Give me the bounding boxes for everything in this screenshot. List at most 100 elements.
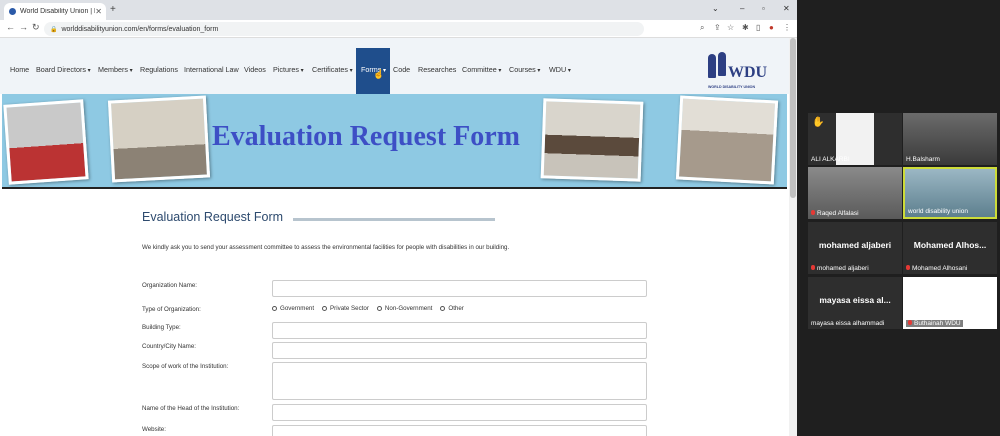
extensions-icon[interactable]: ✱ xyxy=(742,23,749,32)
meeting-panel: ✋ ALI ALKARBI H.Balsharm Raqed Alfalasi … xyxy=(797,0,1000,436)
title-underline xyxy=(293,218,495,221)
participant-display-name: mayasa eissa al... xyxy=(819,295,891,305)
banner-title: Evaluation Request Form xyxy=(212,121,520,152)
radio-circle-icon xyxy=(322,306,328,311)
tab-bar: World Disability Union | Evaluati ✕ + ⌄ … xyxy=(0,0,797,20)
nav-item-code[interactable]: Code xyxy=(393,65,410,74)
hand-cursor-icon: ☝ xyxy=(373,69,385,79)
radio-non-government[interactable]: Non-Government xyxy=(376,305,433,312)
nav-item-pictures[interactable]: Pictures xyxy=(273,65,304,74)
radio-government[interactable]: Government xyxy=(272,305,314,312)
participant-tile[interactable]: Mohamed Alhos... Mohamed Alhosani xyxy=(903,222,997,274)
banner-photo xyxy=(107,95,211,183)
muted-mic-icon xyxy=(811,210,815,215)
web-page: Forms ☝ WDU WORLD DISABILITY UNION HomeB… xyxy=(0,38,789,436)
reload-icon[interactable]: ↻ xyxy=(32,22,40,33)
radio-circle-icon xyxy=(440,306,446,311)
lock-icon: 🔒 xyxy=(50,26,58,33)
participant-name: Mohamed Alhosani xyxy=(912,265,968,272)
logo-text: WDU xyxy=(728,64,768,81)
nav-item-committee[interactable]: Committee xyxy=(462,65,501,74)
nav-item-board-directors[interactable]: Board Directors xyxy=(36,65,91,74)
share-icon[interactable]: ⇪ xyxy=(714,23,721,32)
participant-tile[interactable]: mohamed aljaberi mohamed aljaberi xyxy=(808,222,902,274)
participant-tile[interactable]: H.Balsharm xyxy=(903,113,997,165)
address-bar-row: ← → ↻ 🔒 worlddisabilityunion.com/en/form… xyxy=(0,20,797,38)
radio-circle-icon xyxy=(272,306,277,311)
participant-tile[interactable]: Raqed Alfalasi xyxy=(808,167,902,219)
country-city-input[interactable] xyxy=(272,342,647,359)
label-head-name: Name of the Head of the Institution: xyxy=(142,405,240,412)
tab-title: World Disability Union | Evaluati xyxy=(20,8,95,15)
participant-name: ALI ALKARBI xyxy=(811,156,850,163)
participant-tile[interactable]: ✋ ALI ALKARBI xyxy=(808,113,902,165)
side-panel-icon[interactable]: ▯ xyxy=(756,23,760,32)
minimize-icon[interactable]: – xyxy=(740,4,744,13)
participant-name: Buthainah WDU xyxy=(914,320,961,327)
url-field[interactable]: 🔒 worlddisabilityunion.com/en/forms/eval… xyxy=(44,22,644,36)
new-tab-icon[interactable]: + xyxy=(110,4,116,15)
radio-label: Government xyxy=(280,305,315,312)
nav-item-certificates[interactable]: Certificates xyxy=(312,65,353,74)
participant-display-name: mohamed aljaberi xyxy=(818,240,892,250)
participant-tile[interactable]: mayasa eissa al... mayasa eissa alhammad… xyxy=(808,277,902,329)
participant-name: world disability union xyxy=(908,208,968,215)
banner-photo xyxy=(675,95,779,185)
participant-name-row: Buthainah WDU xyxy=(906,320,963,327)
participant-name: Raqed Alfalasi xyxy=(817,210,859,217)
participant-display-name: Mohamed Alhos... xyxy=(913,240,987,250)
menu-kebab-icon[interactable]: ⋮ xyxy=(783,23,791,32)
label-website: Website: xyxy=(142,426,166,433)
label-country-city: Country/City Name: xyxy=(142,343,196,350)
browser-window: World Disability Union | Evaluati ✕ + ⌄ … xyxy=(0,0,797,436)
nav-item-courses[interactable]: Courses xyxy=(509,65,540,74)
website-input[interactable] xyxy=(272,425,647,436)
radio-private-sector[interactable]: Private Sector xyxy=(322,305,369,312)
raised-hand-icon: ✋ xyxy=(812,117,825,128)
nav-item-wdu[interactable]: WDU xyxy=(549,65,571,74)
maximize-icon[interactable]: ▫ xyxy=(762,4,765,13)
building-type-input[interactable] xyxy=(272,322,647,339)
profile-avatar-icon[interactable]: ● xyxy=(769,23,774,32)
participant-name: H.Balsharm xyxy=(906,156,940,163)
page-scrollbar[interactable] xyxy=(789,38,797,436)
bookmark-star-icon[interactable]: ☆ xyxy=(727,23,734,32)
scope-textarea[interactable] xyxy=(272,362,647,400)
label-org-type: Type of Organization: xyxy=(142,306,201,313)
nav-item-regulations[interactable]: Regulations xyxy=(140,65,178,74)
logo-subtext: WORLD DISABILITY UNION xyxy=(708,85,756,89)
participant-name: mohamed aljaberi xyxy=(817,265,869,272)
nav-item-international-law[interactable]: International Law xyxy=(184,65,239,74)
browser-tab[interactable]: World Disability Union | Evaluati ✕ xyxy=(4,3,106,20)
logo-figure-icon xyxy=(718,52,726,76)
head-name-input[interactable] xyxy=(272,404,647,421)
participant-tile-active-speaker[interactable]: world disability union xyxy=(903,167,997,219)
nav-item-members[interactable]: Members xyxy=(98,65,133,74)
banner-photo xyxy=(540,98,644,182)
tab-search-icon[interactable]: ⌄ xyxy=(712,4,719,13)
radio-label: Non-Government xyxy=(384,305,433,312)
form-intro: We kindly ask you to send your assessmen… xyxy=(142,244,510,251)
zoom-icon[interactable]: ⌕ xyxy=(700,23,704,33)
site-navbar: Forms ☝ WDU WORLD DISABILITY UNION HomeB… xyxy=(0,38,789,94)
radio-other[interactable]: Other xyxy=(440,305,464,312)
forward-icon[interactable]: → xyxy=(19,22,28,32)
wdu-logo[interactable]: WDU WORLD DISABILITY UNION xyxy=(704,50,776,94)
back-icon[interactable]: ← xyxy=(6,22,15,32)
close-window-icon[interactable]: ✕ xyxy=(783,4,790,13)
muted-mic-icon xyxy=(908,320,912,325)
label-org-name: Organization Name: xyxy=(142,282,198,289)
org-name-input[interactable] xyxy=(272,280,647,297)
participant-name-row: Mohamed Alhosani xyxy=(906,265,967,272)
url-text: worlddisabilityunion.com/en/forms/evalua… xyxy=(61,25,219,33)
page-banner: Evaluation Request Form xyxy=(2,94,787,189)
participant-name: mayasa eissa alhammadi xyxy=(811,320,885,327)
nav-item-videos[interactable]: Videos xyxy=(244,65,266,74)
radio-circle-icon xyxy=(376,306,382,311)
nav-item-home[interactable]: Home xyxy=(10,65,29,74)
scrollbar-thumb[interactable] xyxy=(790,38,796,198)
nav-item-researches[interactable]: Researches xyxy=(418,65,456,74)
participant-tile[interactable]: Buthainah WDU xyxy=(903,277,997,329)
radio-label: Private Sector xyxy=(330,305,369,312)
close-tab-icon[interactable]: ✕ xyxy=(95,7,102,16)
